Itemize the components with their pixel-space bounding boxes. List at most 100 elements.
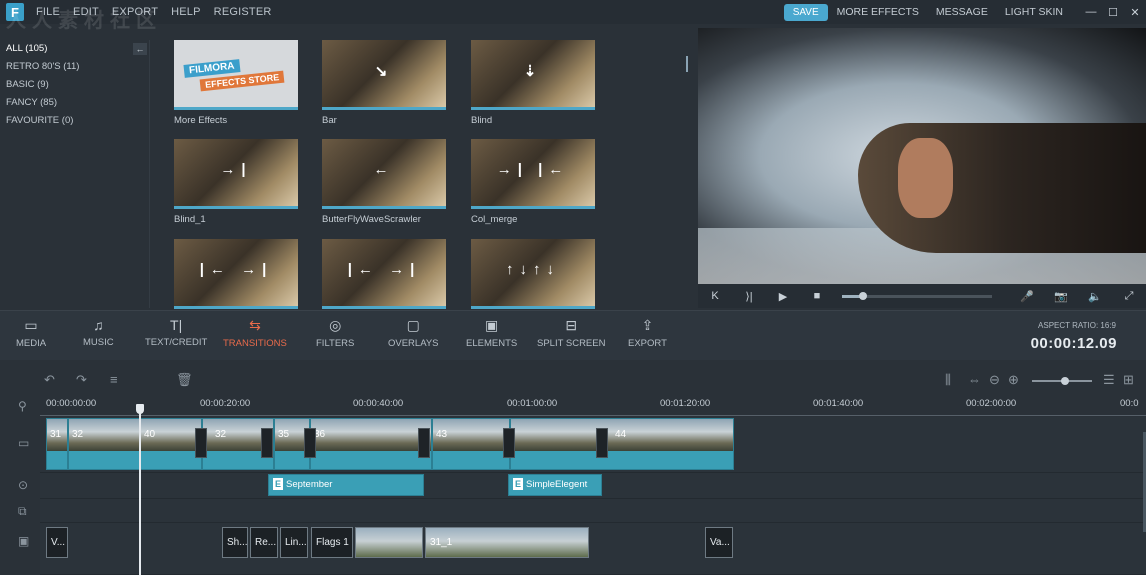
- video-clip[interactable]: 36: [310, 418, 432, 470]
- ruler-time: 00:00:40:00: [353, 398, 404, 409]
- playback-progress[interactable]: [842, 291, 992, 300]
- zoom-in-icon[interactable]: ⊕: [1008, 372, 1019, 388]
- tool-media[interactable]: ▭ MEDIA: [16, 317, 46, 349]
- media-clip[interactable]: Lin...: [280, 527, 308, 558]
- media-clip[interactable]: 31_1: [425, 527, 589, 558]
- tool-transitions[interactable]: ⇆ TRANSITIONS: [223, 317, 287, 349]
- timeline-ruler[interactable]: 00:00:00:00 00:00:20:00 00:00:40:00 00:0…: [40, 396, 1146, 416]
- effect-tile-row3-1[interactable]: |← →|: [174, 239, 298, 309]
- media-clip[interactable]: Va...: [705, 527, 733, 558]
- undo-icon[interactable]: ↶: [44, 372, 55, 388]
- category-all[interactable]: ALL (105): [0, 40, 150, 58]
- tool-elements[interactable]: ▣ ELEMENTS: [466, 317, 517, 349]
- category-basic[interactable]: BASIC (9): [0, 76, 150, 94]
- overlay-track: [40, 499, 1146, 523]
- play-icon[interactable]: ▶: [766, 290, 800, 303]
- close-icon[interactable]: ✕: [1124, 6, 1146, 19]
- media-clip[interactable]: [355, 527, 423, 558]
- save-button[interactable]: SAVE: [783, 3, 828, 21]
- transition-marker[interactable]: [195, 428, 207, 458]
- list-icon[interactable]: ≡: [110, 372, 118, 387]
- text-clip-september[interactable]: E September: [268, 474, 424, 496]
- grid-scrollbar[interactable]: [686, 56, 688, 72]
- video-clip[interactable]: 40: [140, 418, 202, 470]
- effect-tile-row3-3[interactable]: ↑↓↑↓: [471, 239, 595, 309]
- audio-mixer-icon[interactable]: ⫼: [945, 372, 951, 388]
- effect-label: Bar: [322, 115, 337, 126]
- menu-icon[interactable]: ☰: [1103, 372, 1115, 388]
- category-fancy[interactable]: FANCY (85): [0, 94, 150, 112]
- minimize-icon[interactable]: —: [1080, 6, 1102, 18]
- video-clip[interactable]: 32: [68, 418, 140, 470]
- zoom-slider[interactable]: [1032, 377, 1092, 385]
- arrow-icon: ⇣: [523, 63, 543, 80]
- menu-help[interactable]: HELP: [171, 6, 201, 18]
- playhead[interactable]: [139, 404, 141, 575]
- transition-marker[interactable]: [261, 428, 273, 458]
- fullscreen-icon[interactable]: ⤢: [1112, 290, 1146, 303]
- playback-knob[interactable]: [859, 291, 867, 300]
- playhead-handle[interactable]: [136, 404, 144, 414]
- effect-tile-col-merge[interactable]: →| |← Col_merge: [471, 139, 595, 225]
- light-skin-link[interactable]: LIGHT SKIN: [1005, 6, 1063, 18]
- redo-icon[interactable]: ↷: [76, 372, 87, 388]
- step-forward-icon[interactable]: ⟩|: [732, 290, 766, 303]
- text-clip-simpleelegent[interactable]: E SimpleElegent: [508, 474, 602, 496]
- tool-music[interactable]: ♫ MUSIC: [83, 317, 114, 348]
- ruler-time: 00:00:20:00: [200, 398, 251, 409]
- more-effects-link[interactable]: MORE EFFECTS: [837, 6, 919, 18]
- media-clip[interactable]: V...: [46, 527, 68, 558]
- message-link[interactable]: MESSAGE: [936, 6, 988, 18]
- fit-timeline-icon[interactable]: ⇔: [968, 372, 981, 387]
- transition-marker[interactable]: [503, 428, 515, 458]
- skip-back-icon[interactable]: K: [698, 290, 732, 302]
- menu-register[interactable]: REGISTER: [214, 6, 272, 18]
- transition-marker[interactable]: [304, 428, 316, 458]
- video-clip[interactable]: 43: [432, 418, 510, 470]
- tool-filters[interactable]: ◎ FILTERS: [316, 317, 354, 349]
- collapse-arrow-icon[interactable]: ←: [133, 43, 147, 55]
- tool-export[interactable]: ⇪ EXPORT: [628, 317, 667, 349]
- media-clip[interactable]: Flags 1: [311, 527, 353, 558]
- tool-text-credit[interactable]: T| TEXT/CREDIT: [145, 317, 207, 348]
- video-clip[interactable]: 44: [510, 418, 734, 470]
- media-clip[interactable]: Re...: [250, 527, 278, 558]
- zoom-knob[interactable]: [1061, 377, 1069, 385]
- video-preview: [698, 28, 1146, 284]
- transition-marker[interactable]: [596, 428, 608, 458]
- tool-overlays[interactable]: ▢ OVERLAYS: [388, 317, 439, 349]
- arrow-icon: ←: [373, 161, 395, 178]
- text-clip-label: SimpleElegent: [526, 479, 588, 490]
- camera-icon[interactable]: 📷: [1044, 290, 1078, 303]
- aspect-ratio-label: ASPECT RATIO: 16:9: [1038, 321, 1116, 330]
- delete-icon[interactable]: 🗑: [176, 372, 193, 388]
- effect-thumbnail: |← →|: [322, 239, 446, 309]
- tool-label: EXPORT: [628, 338, 667, 349]
- volume-icon[interactable]: 🔈: [1078, 290, 1112, 303]
- ruler-time: 00:0: [1120, 398, 1139, 409]
- link-icon[interactable]: ⚲: [18, 399, 27, 413]
- effect-tile-blind-1[interactable]: →| Blind_1: [174, 139, 298, 225]
- category-favourite[interactable]: FAVOURITE (0): [0, 112, 150, 130]
- effect-tile-bar[interactable]: ↘ Bar: [322, 40, 446, 126]
- effect-tile-row3-2[interactable]: |← →|: [322, 239, 446, 309]
- effect-tile-more-effects[interactable]: FILMORA EFFECTS STORE More Effects: [174, 40, 298, 126]
- tool-split-screen[interactable]: ⊟ SPLIT SCREEN: [537, 317, 605, 349]
- effect-tile-butterfly[interactable]: ← ButterFlyWaveScrawler: [322, 139, 446, 225]
- media-clip[interactable]: Sh...: [222, 527, 248, 558]
- video-track-icon: ▭: [18, 436, 30, 450]
- maximize-icon[interactable]: ☐: [1102, 6, 1124, 19]
- overlays-icon: ▢: [406, 317, 420, 333]
- grid-icon[interactable]: ⊞: [1123, 372, 1134, 388]
- track-headers: ⚲ ▭ ⊙ ⧉ ▣: [0, 396, 40, 575]
- music-icon: ♫: [93, 317, 104, 333]
- mic-icon[interactable]: 🎤: [1010, 290, 1044, 303]
- video-clip[interactable]: 31: [46, 418, 68, 470]
- zoom-out-icon[interactable]: ⊖: [989, 372, 1000, 388]
- effect-tile-blind[interactable]: ⇣ Blind: [471, 40, 595, 126]
- transitions-grid: FILMORA EFFECTS STORE More Effects ↘ Bar…: [170, 38, 690, 310]
- transition-marker[interactable]: [418, 428, 430, 458]
- stop-icon[interactable]: ■: [800, 290, 834, 302]
- category-retro[interactable]: RETRO 80'S (11): [0, 58, 150, 76]
- filters-icon: ◎: [329, 317, 342, 333]
